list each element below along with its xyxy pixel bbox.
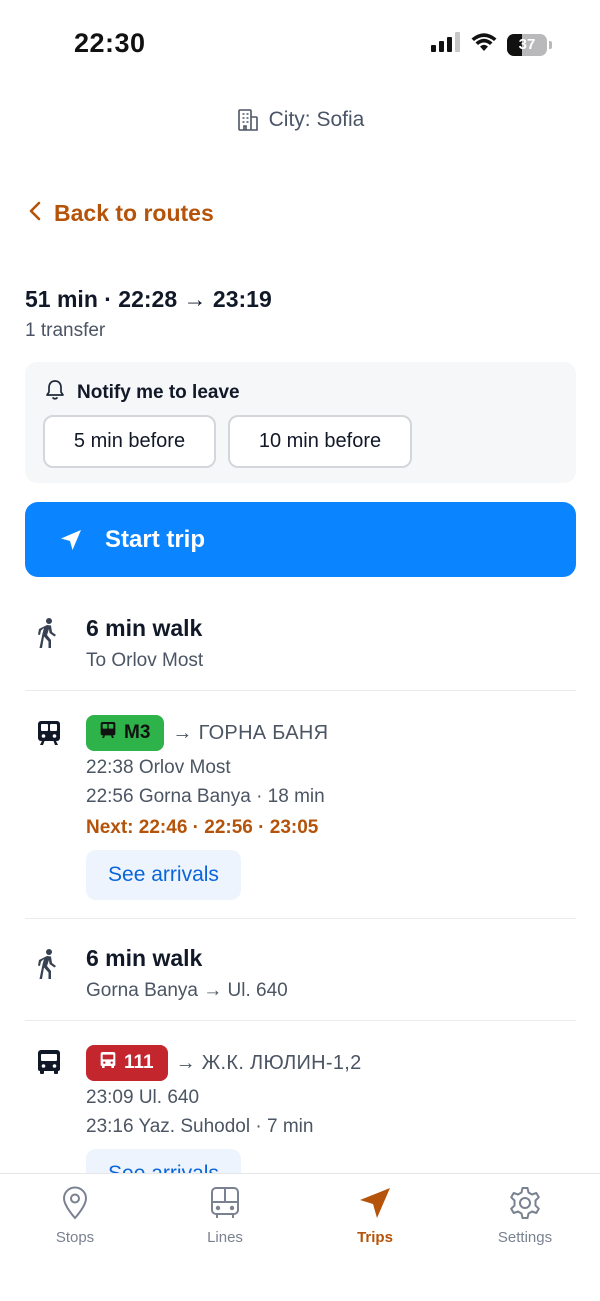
navigation-icon [358, 1186, 392, 1224]
line-badge-m3[interactable]: M3 [86, 715, 165, 751]
metro-icon [37, 720, 61, 751]
bottom-tab-bar: Stops Lines Trips Settings [0, 1173, 600, 1301]
bus-icon [100, 1051, 116, 1075]
walking-icon [37, 617, 59, 654]
building-icon [236, 108, 260, 132]
status-bar: 22:30 37 [0, 0, 600, 90]
battery-tip [549, 40, 552, 49]
tab-trips[interactable]: Trips [300, 1186, 450, 1246]
start-trip-label: Start trip [105, 525, 206, 553]
map-pin-icon [61, 1186, 89, 1224]
line-row: 111 → Ж.К. ЛЮЛИН-1,2 [86, 1045, 362, 1081]
notify-title: Notify me to leave [45, 379, 240, 407]
departure-stop: 23:09 Ul. 640 [86, 1087, 200, 1108]
gear-icon [508, 1186, 542, 1224]
bell-icon [45, 379, 65, 407]
leg-title: 6 min walk [86, 945, 203, 971]
divider [25, 1020, 576, 1021]
wifi-icon [471, 32, 497, 57]
signal-icon [431, 32, 461, 57]
notify-10-min-button[interactable]: 10 min before [228, 415, 412, 468]
start-trip-button[interactable]: Start trip [25, 502, 576, 577]
line-number: 111 [124, 1052, 154, 1073]
line-destination: → ГОРНА БАНЯ [172, 721, 329, 744]
battery-indicator: 37 [507, 33, 547, 56]
notify-title-text: Notify me to leave [77, 382, 240, 403]
line-number: M3 [124, 722, 151, 743]
trip-transfers: 1 transfer [25, 320, 106, 341]
leg-title: 6 min walk [86, 615, 203, 641]
next-departures: Next: 22:46 · 22:56 · 23:05 [86, 817, 319, 838]
line-row: M3 → ГОРНА БАНЯ [86, 715, 328, 751]
notify-card: Notify me to leave 5 min before 10 min b… [25, 362, 576, 483]
bus-icon [37, 1049, 61, 1080]
walking-icon [37, 948, 59, 985]
tab-stops[interactable]: Stops [0, 1186, 150, 1246]
leg-subtitle: To Orlov Most [86, 650, 204, 671]
battery-percent: 37 [518, 35, 536, 53]
bus-icon [210, 1186, 240, 1224]
arrival-stop: 23:16 Yaz. Suhodol · 7 min [86, 1116, 314, 1137]
departure-stop: 22:38 Orlov Most [86, 757, 231, 778]
see-arrivals-button[interactable]: See arrivals [86, 850, 241, 900]
navigation-icon [59, 528, 83, 552]
city-label: City: Sofia [268, 108, 365, 131]
back-label: Back to routes [54, 200, 214, 226]
tab-label: Settings [497, 1229, 553, 1246]
divider [25, 690, 576, 691]
divider [25, 918, 576, 919]
tab-label: Stops [55, 1229, 95, 1246]
line-destination: → Ж.К. ЛЮЛИН-1,2 [175, 1051, 362, 1074]
back-to-routes-link[interactable]: Back to routes [28, 200, 214, 227]
leg-subtitle: Gorna Banya → Ul. 640 [86, 980, 288, 1001]
tab-label: Lines [207, 1229, 243, 1246]
trip-summary: 51 min · 22:28 → 23:19 [25, 286, 272, 312]
chevron-left-icon [28, 200, 42, 227]
line-badge-111[interactable]: 111 [86, 1045, 168, 1081]
tab-label: Trips [357, 1229, 393, 1246]
tab-settings[interactable]: Settings [450, 1186, 600, 1246]
metro-icon [100, 721, 116, 745]
tab-lines[interactable]: Lines [150, 1186, 300, 1246]
arrival-stop: 22:56 Gorna Banya · 18 min [86, 786, 325, 807]
city-selector[interactable]: City: Sofia [0, 108, 600, 132]
status-icons: 37 [431, 32, 552, 57]
status-time: 22:30 [74, 28, 146, 58]
notify-5-min-button[interactable]: 5 min before [43, 415, 216, 468]
